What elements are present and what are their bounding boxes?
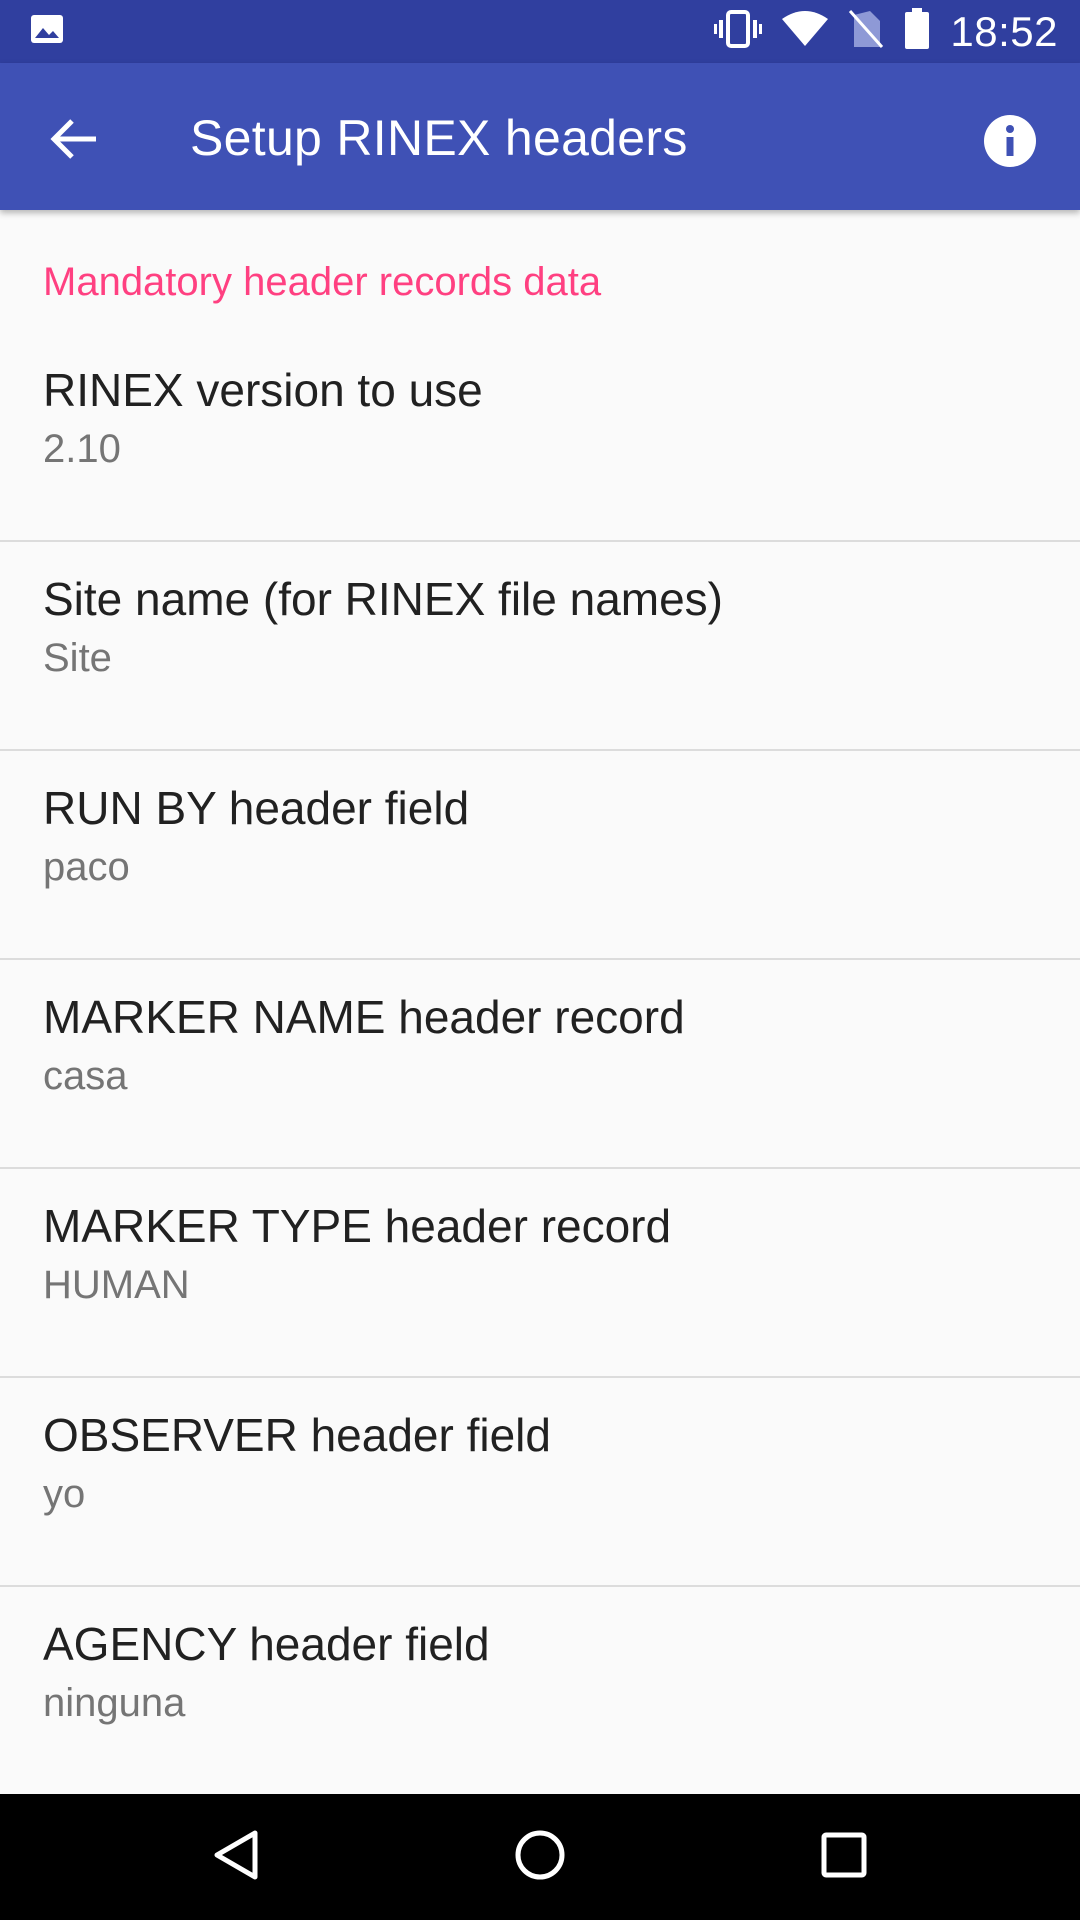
screen: 18:52 Setup RINEX headers Mandatory head…: [0, 0, 1080, 1920]
pref-observer[interactable]: OBSERVER header field yo: [0, 1378, 1080, 1587]
pref-title: MARKER NAME header record: [43, 991, 685, 1043]
pref-title: RUN BY header field: [43, 782, 470, 834]
pref-site-name[interactable]: Site name (for RINEX file names) Site: [0, 542, 1080, 751]
pref-summary: Site: [43, 636, 112, 680]
nav-back-button[interactable]: [204, 1825, 268, 1889]
pref-run-by[interactable]: RUN BY header field paco: [0, 751, 1080, 960]
pref-summary: 2.10: [43, 427, 121, 471]
pref-summary: yo: [43, 1472, 86, 1516]
app-bar: Setup RINEX headers: [0, 63, 1080, 210]
info-icon: [983, 114, 1037, 173]
home-circle-icon: [514, 1829, 566, 1886]
back-triangle-icon: [213, 1829, 259, 1886]
pref-summary: casa: [43, 1054, 128, 1098]
nav-home-button[interactable]: [508, 1825, 572, 1889]
pref-summary: HUMAN: [43, 1263, 190, 1307]
pref-title: Site name (for RINEX file names): [43, 573, 724, 625]
pref-marker-type[interactable]: MARKER TYPE header record HUMAN: [0, 1169, 1080, 1378]
pref-title: OBSERVER header field: [43, 1409, 551, 1461]
image-notification-icon: [30, 14, 64, 49]
status-bar: 18:52: [0, 0, 1080, 63]
pref-rinex-version[interactable]: RINEX version to use 2.10: [0, 333, 1080, 542]
no-sim-icon: [848, 9, 884, 54]
back-button[interactable]: [38, 105, 110, 177]
battery-icon: [904, 8, 930, 55]
pref-marker-name[interactable]: MARKER NAME header record casa: [0, 960, 1080, 1169]
wifi-icon: [782, 11, 829, 52]
status-time: 18:52: [950, 7, 1058, 55]
pref-summary: paco: [43, 845, 130, 889]
vibrate-icon: [714, 9, 763, 54]
pref-title: AGENCY header field: [43, 1618, 490, 1670]
nav-recents-button[interactable]: [812, 1825, 876, 1889]
pref-title: MARKER TYPE header record: [43, 1200, 672, 1252]
recents-square-icon: [821, 1832, 867, 1883]
page-title: Setup RINEX headers: [190, 110, 688, 166]
pref-title: RINEX version to use: [43, 364, 483, 416]
pref-agency[interactable]: AGENCY header field ninguna: [0, 1587, 1080, 1794]
preferences-list: Mandatory header records data RINEX vers…: [0, 210, 1080, 1794]
info-button[interactable]: [974, 107, 1046, 179]
pref-summary: ninguna: [43, 1681, 186, 1725]
arrow-back-icon: [50, 117, 98, 166]
navigation-bar: [0, 1794, 1080, 1920]
category-title: Mandatory header records data: [43, 260, 602, 304]
